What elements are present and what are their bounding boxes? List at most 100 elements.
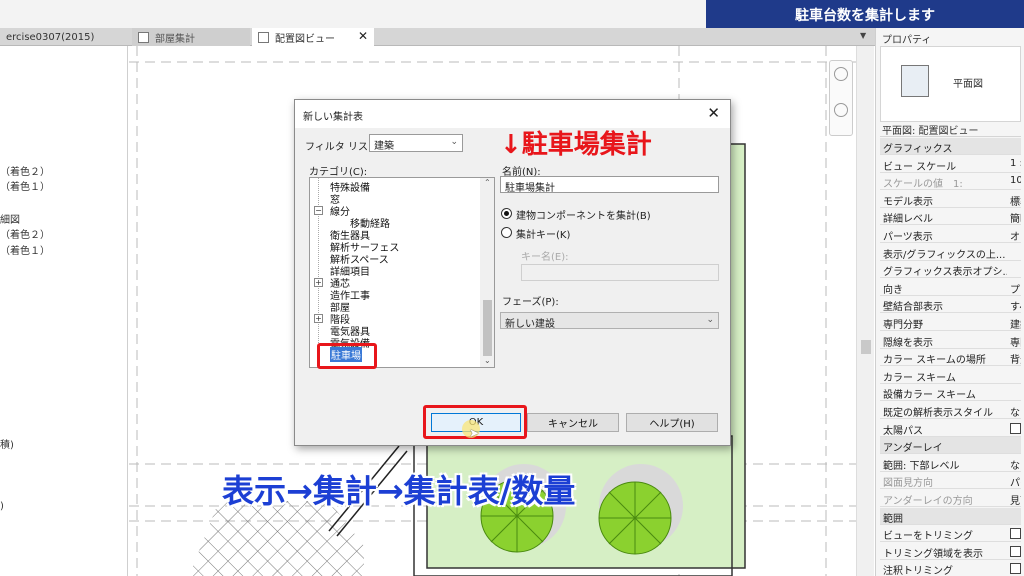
property-label: 向き	[883, 284, 903, 296]
property-value[interactable]: 1 :	[1010, 158, 1021, 169]
property-row[interactable]: 既定の解析表示スタイル なし	[880, 402, 1021, 419]
canvas-vertical-scrollbar[interactable]	[856, 46, 874, 576]
property-row[interactable]: アンダーレイの方向 見下	[880, 490, 1021, 507]
property-row[interactable]: 図面見方向 パイ	[880, 472, 1021, 490]
browser-item[interactable]: （着色１）	[0, 178, 50, 193]
view-tab-strip: ercise0307(2015) 部屋集計 配置図ビュー ✕	[0, 28, 875, 46]
category-label: カテゴリ(C):	[309, 167, 368, 178]
property-value[interactable]: 100	[1010, 175, 1021, 186]
collapse-icon[interactable]: −	[314, 206, 323, 215]
property-group[interactable]: アンダーレイ	[880, 437, 1021, 455]
property-row[interactable]: 設備カラー スキーム	[880, 384, 1021, 402]
tab-project-label: ercise0307(2015)	[6, 31, 95, 43]
tab-menu-icon[interactable]: ▼	[860, 31, 866, 40]
close-icon[interactable]: ✕	[707, 104, 720, 122]
expand-icon[interactable]: +	[314, 314, 323, 323]
property-row[interactable]: 表示/グラフィックスの上...	[880, 244, 1021, 261]
scroll-up-icon[interactable]: ⌃	[484, 178, 491, 187]
property-value[interactable]: プロ	[1010, 281, 1021, 295]
property-label: 範囲	[883, 513, 903, 525]
tab-project[interactable]: ercise0307(2015)	[0, 28, 128, 46]
property-value[interactable]: パイ	[1010, 474, 1021, 488]
category-list[interactable]: 特殊設備 窓 − 線分 移動経路 衛生器具 解析サーフェス 解析スペース 詳細項…	[309, 177, 495, 368]
cancel-button[interactable]: キャンセル	[527, 413, 619, 432]
property-row[interactable]: 専門分野 建築	[880, 314, 1021, 331]
tab-site-plan[interactable]: 配置図ビュー ✕	[252, 28, 374, 46]
help-button[interactable]: ヘルプ(H)	[626, 413, 718, 432]
tab-room-schedule[interactable]: 部屋集計	[132, 28, 250, 46]
property-label: アンダーレイ	[883, 443, 943, 455]
property-row[interactable]: 太陽パス	[880, 420, 1021, 437]
property-checkbox[interactable]	[1010, 528, 1021, 540]
property-label: グラフィックス	[883, 144, 953, 155]
phase-select[interactable]: 新しい建設 ⌄	[500, 312, 719, 330]
property-value[interactable]: 標準	[1010, 193, 1021, 207]
property-label: 詳細レベル	[883, 214, 933, 226]
property-row[interactable]: 範囲: 下部レベル なし	[880, 455, 1021, 472]
filter-list-select[interactable]: 建築 ⌄	[369, 134, 463, 152]
mouse-pointer-icon: ➤	[469, 426, 480, 440]
schedule-name-input[interactable]: 駐車場集計	[500, 176, 719, 194]
property-value[interactable]: 見下	[1010, 492, 1021, 506]
radio-building-components[interactable]	[501, 208, 512, 219]
browser-item[interactable]: （着色１）	[0, 242, 50, 257]
zoom-icon[interactable]	[834, 103, 848, 117]
property-value[interactable]: 専門	[1010, 334, 1021, 348]
property-row[interactable]: ビュー スケール 1 :	[880, 156, 1021, 173]
list-item[interactable]: 線分	[330, 203, 350, 218]
scroll-thumb[interactable]	[861, 340, 871, 354]
expand-icon[interactable]: +	[314, 278, 323, 287]
type-selector[interactable]: 平面図	[880, 46, 1021, 122]
property-row[interactable]: スケールの値 1: 100	[880, 173, 1021, 191]
property-value[interactable]: オリ	[1010, 228, 1021, 242]
browser-item[interactable]: 積)	[0, 436, 14, 451]
steering-wheel-icon[interactable]	[834, 67, 848, 81]
schedule-icon	[138, 31, 149, 43]
annotation-parking-schedule: ↓駐車場集計	[500, 130, 652, 160]
property-label: スケールの値 1:	[883, 179, 963, 191]
browser-item[interactable]: 細図	[0, 211, 20, 226]
property-group[interactable]: 範囲	[880, 507, 1021, 525]
tab-room-label: 部屋集計	[155, 33, 195, 45]
category-scrollbar[interactable]: ⌃ ⌄	[480, 178, 494, 367]
property-group[interactable]: グラフィックス	[880, 138, 1021, 155]
properties-title: プロパティ	[882, 35, 932, 46]
property-row[interactable]: トリミング領域を表示	[880, 543, 1021, 560]
radio-schedule-key[interactable]	[501, 227, 512, 238]
property-value[interactable]: なし	[1010, 457, 1021, 471]
property-row[interactable]: グラフィックス表示オプシ...	[880, 261, 1021, 279]
view-instance-label[interactable]: 平面図: 配置図ビュー	[880, 122, 1021, 137]
scroll-thumb[interactable]	[483, 300, 492, 356]
property-row[interactable]: 壁結合部表示 すべ	[880, 296, 1021, 314]
property-value[interactable]: すべ	[1010, 298, 1021, 312]
property-label: ビューをトリミング	[883, 531, 973, 543]
property-row[interactable]: パーツ表示 オリ	[880, 226, 1021, 243]
property-value[interactable]: 簡略	[1010, 210, 1021, 224]
property-row[interactable]: カラー スキームの場所 背景	[880, 349, 1021, 367]
browser-item[interactable]: （着色２）	[0, 163, 50, 178]
property-label: ビュー スケール	[883, 161, 957, 173]
close-icon[interactable]: ✕	[358, 29, 368, 43]
property-row[interactable]: 注釈トリミング	[880, 560, 1021, 576]
browser-item[interactable]: )	[0, 501, 4, 512]
property-row[interactable]: 向き プロ	[880, 279, 1021, 296]
property-value[interactable]: 建築	[1010, 316, 1021, 330]
property-row[interactable]: 詳細レベル 簡略	[880, 208, 1021, 226]
property-value[interactable]: なし	[1010, 404, 1021, 418]
highlight-parking-category	[317, 343, 377, 369]
property-row[interactable]: カラー スキーム	[880, 367, 1021, 384]
scroll-down-icon[interactable]: ⌄	[484, 356, 491, 365]
property-checkbox[interactable]	[1010, 563, 1021, 575]
property-row[interactable]: ビューをトリミング	[880, 525, 1021, 543]
property-value[interactable]: 背景	[1010, 351, 1021, 365]
property-label: モデル表示	[883, 196, 933, 208]
key-name-label: キー名(E):	[521, 252, 569, 263]
property-row[interactable]: 隠線を表示 専門	[880, 332, 1021, 349]
tab-site-label: 配置図ビュー	[275, 33, 335, 45]
navigation-bar[interactable]	[829, 60, 853, 136]
property-label: 範囲: 下部レベル	[883, 460, 960, 472]
property-checkbox[interactable]	[1010, 545, 1021, 557]
property-row[interactable]: モデル表示 標準	[880, 191, 1021, 208]
browser-item[interactable]: （着色２）	[0, 226, 50, 241]
property-checkbox[interactable]	[1010, 422, 1021, 434]
